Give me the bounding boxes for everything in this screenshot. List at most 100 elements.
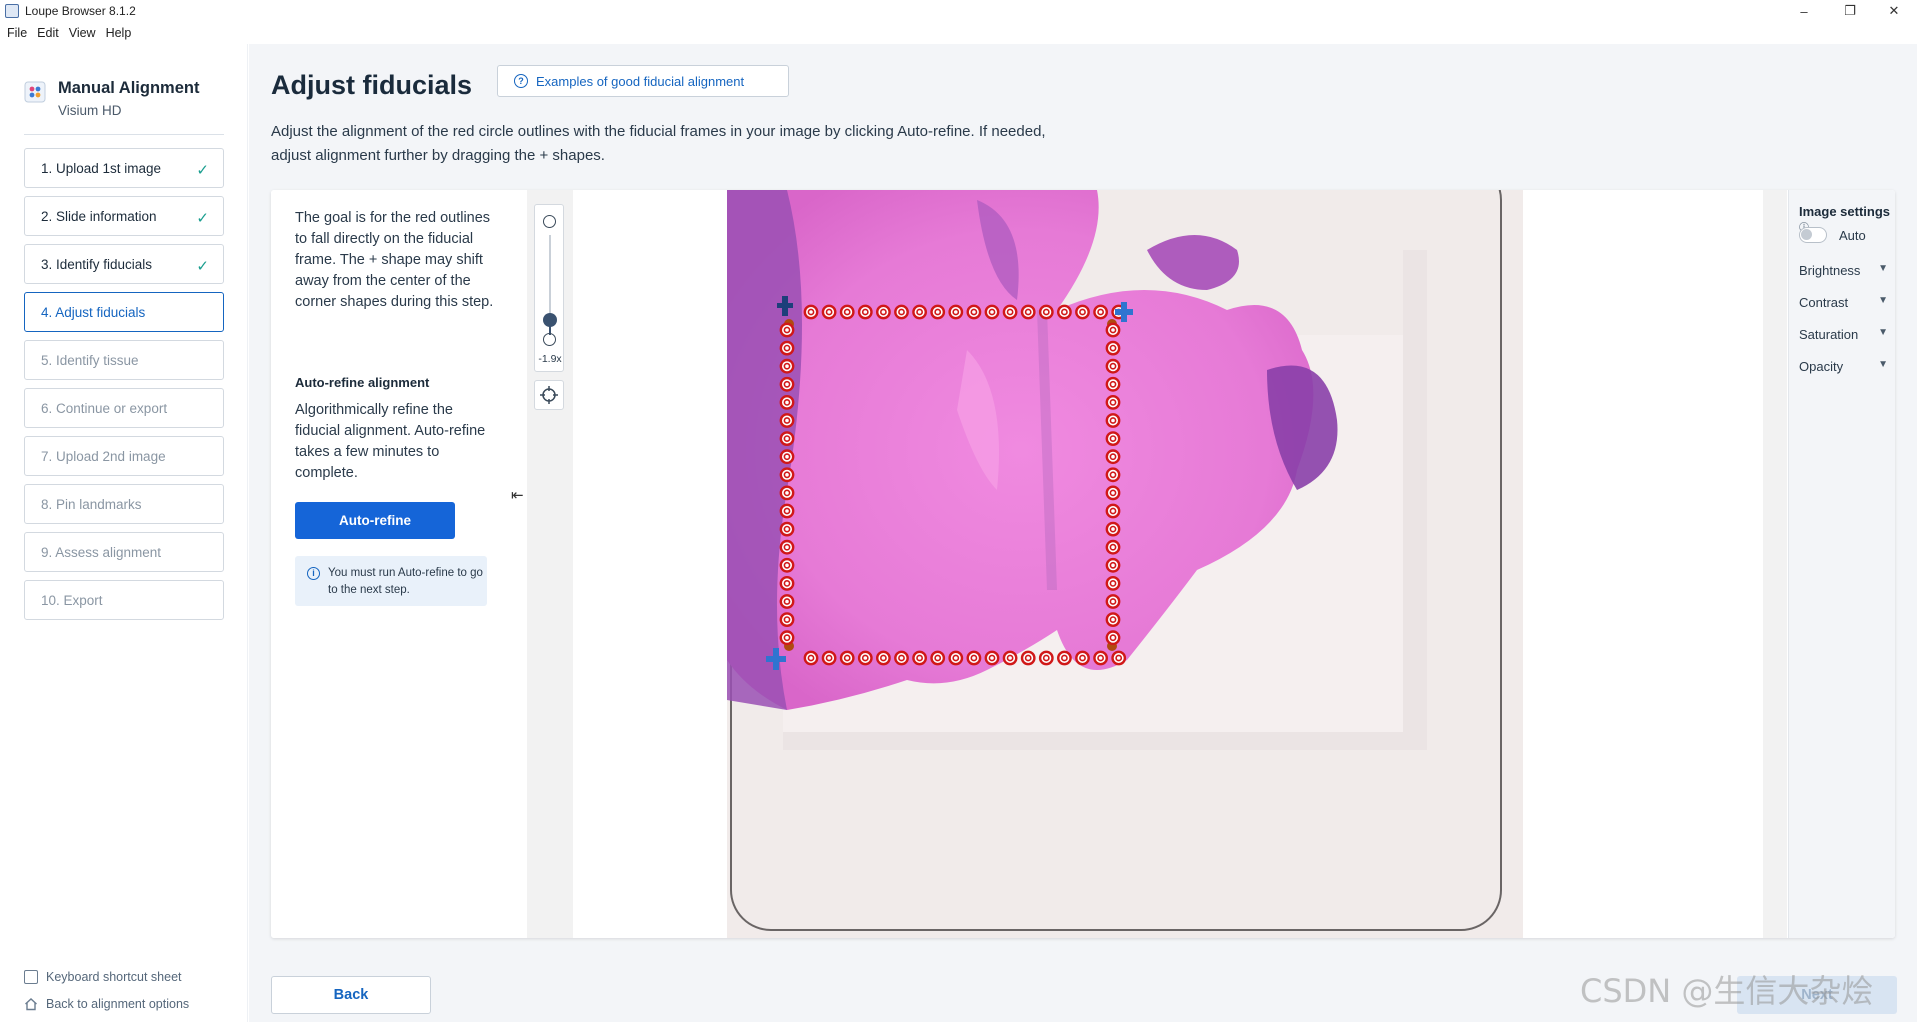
check-icon: ✓ (196, 258, 209, 275)
fiducial-circle (1105, 539, 1121, 555)
step-label: 9. Assess alignment (41, 544, 162, 560)
restore-icon[interactable]: ❐ (1827, 0, 1873, 22)
goal-text: The goal is for the red outlines to fall… (295, 210, 494, 310)
fiducial-circle (1105, 485, 1121, 501)
step-slide-information[interactable]: 2. Slide information ✓ (24, 196, 224, 236)
step-continue-or-export: 6. Continue or export (24, 388, 224, 428)
opacity-label: Opacity (1799, 359, 1844, 374)
fiducial-circle (779, 340, 795, 356)
fiducial-circle (1111, 650, 1127, 666)
keyboard-shortcut-label: Keyboard shortcut sheet (46, 970, 182, 984)
title-bar: Loupe Browser 8.1.2 – ❐ ✕ (0, 0, 1917, 22)
fiducial-circle (779, 358, 795, 374)
app-icon (5, 4, 19, 18)
info-note-text: You must run Auto-refine to go to the ne… (328, 567, 483, 596)
fiducial-circle (1105, 322, 1121, 338)
keyboard-icon (24, 970, 38, 984)
image-viewer[interactable]: -1.9x (527, 190, 1787, 938)
sidebar: Manual Alignment Visium HD 1. Upload 1st… (0, 44, 248, 1022)
brand: Manual Alignment Visium HD (24, 79, 199, 118)
brightness-dropdown[interactable]: Brightness ▼ (1799, 263, 1891, 278)
menu-view[interactable]: View (69, 26, 96, 40)
back-button[interactable]: Back (271, 976, 431, 1014)
fiducial-circle (1105, 376, 1121, 392)
fiducial-circle (839, 304, 855, 320)
step-label: 3. Identify fiducials (41, 256, 153, 272)
step-adjust-fiducials[interactable]: 4. Adjust fiducials (24, 292, 224, 332)
fiducial-circle (912, 650, 928, 666)
step-upload-1st-image[interactable]: 1. Upload 1st image ✓ (24, 148, 224, 188)
fiducial-circle (1105, 630, 1121, 646)
image-settings-panel: Image settings ⓘ Auto Brightness▼ Contra… (1788, 190, 1895, 938)
fiducial-circle (779, 376, 795, 392)
fiducial-circle (1075, 650, 1090, 666)
collapse-panel-icon[interactable]: ⇤ (511, 486, 525, 504)
recenter-button[interactable] (534, 380, 564, 410)
fiducial-circle (1105, 503, 1121, 519)
fiducial-circle (1105, 449, 1121, 465)
menu-help[interactable]: Help (106, 26, 132, 40)
step-assess-alignment: 9. Assess alignment (24, 532, 224, 572)
fiducial-circle (779, 612, 795, 627)
fiducial-circle (779, 594, 795, 609)
saturation-dropdown[interactable]: Saturation ▼ (1799, 327, 1891, 342)
examples-button[interactable]: ? Examples of good fiducial alignment (497, 65, 789, 97)
zoom-controls: -1.9x (534, 204, 564, 372)
fiducial-circle (1038, 304, 1054, 320)
instructions-line-2: adjust alignment further by dragging the… (271, 147, 605, 164)
fiducial-circle (912, 304, 928, 320)
chevron-down-icon: ▼ (1878, 359, 1888, 370)
fiducial-circle (821, 650, 837, 666)
minimize-icon[interactable]: – (1781, 0, 1827, 22)
fiducial-circle (779, 485, 795, 501)
divider (24, 134, 224, 135)
fiducial-circle (894, 650, 909, 666)
fiducial-circle (779, 322, 795, 338)
main-content: Adjust fiducials ? Examples of good fidu… (249, 44, 1917, 1022)
fiducial-circle (839, 650, 855, 666)
slide-image (727, 190, 1523, 938)
auto-refine-button[interactable]: Auto-refine (295, 502, 455, 539)
fiducial-circle (779, 431, 795, 447)
contrast-dropdown[interactable]: Contrast ▼ (1799, 295, 1891, 310)
step-label: 10. Export (41, 592, 103, 608)
keyboard-shortcut-link[interactable]: Keyboard shortcut sheet (24, 970, 182, 984)
zoom-slider-handle[interactable] (543, 313, 557, 327)
fiducial-circle (779, 449, 795, 465)
fiducial-circle (1020, 650, 1036, 666)
fiducial-circle (779, 539, 795, 555)
back-to-alignment-options-link[interactable]: Back to alignment options (24, 997, 189, 1011)
zoom-in-icon[interactable] (543, 215, 556, 228)
fiducial-circle (857, 304, 873, 320)
info-icon: i (307, 567, 320, 580)
menu-file[interactable]: File (7, 26, 27, 40)
chevron-down-icon: ▼ (1878, 263, 1888, 274)
step-identify-fiducials[interactable]: 3. Identify fiducials ✓ (24, 244, 224, 284)
fiducial-circle (779, 394, 795, 410)
fiducial-circle (930, 304, 946, 320)
check-icon: ✓ (196, 210, 209, 227)
step-pin-landmarks: 8. Pin landmarks (24, 484, 224, 524)
fiducial-circle (948, 304, 964, 320)
guidance-pane: The goal is for the red outlines to fall… (271, 190, 511, 938)
fiducial-circle (803, 304, 819, 320)
zoom-out-icon[interactable] (543, 333, 556, 346)
menu-edit[interactable]: Edit (37, 26, 59, 40)
auto-toggle[interactable] (1799, 227, 1827, 243)
fiducial-circle (821, 304, 837, 320)
fiducial-circle (779, 467, 795, 483)
examples-button-label: Examples of good fiducial alignment (536, 73, 745, 89)
fiducial-circle (966, 304, 982, 320)
step-label: 7. Upload 2nd image (41, 448, 166, 464)
fiducial-circle (1093, 304, 1108, 320)
step-label: 4. Adjust fiducials (41, 304, 146, 320)
close-icon[interactable]: ✕ (1871, 0, 1917, 22)
home-icon (25, 998, 37, 1011)
sidebar-subtitle: Visium HD (58, 103, 122, 118)
fiducial-circle (1105, 340, 1121, 356)
step-label: 8. Pin landmarks (41, 496, 142, 512)
fiducial-circle (930, 650, 946, 666)
zoom-slider-track[interactable] (549, 235, 551, 325)
opacity-dropdown[interactable]: Opacity ▼ (1799, 359, 1891, 374)
crosshair-icon (540, 386, 558, 404)
